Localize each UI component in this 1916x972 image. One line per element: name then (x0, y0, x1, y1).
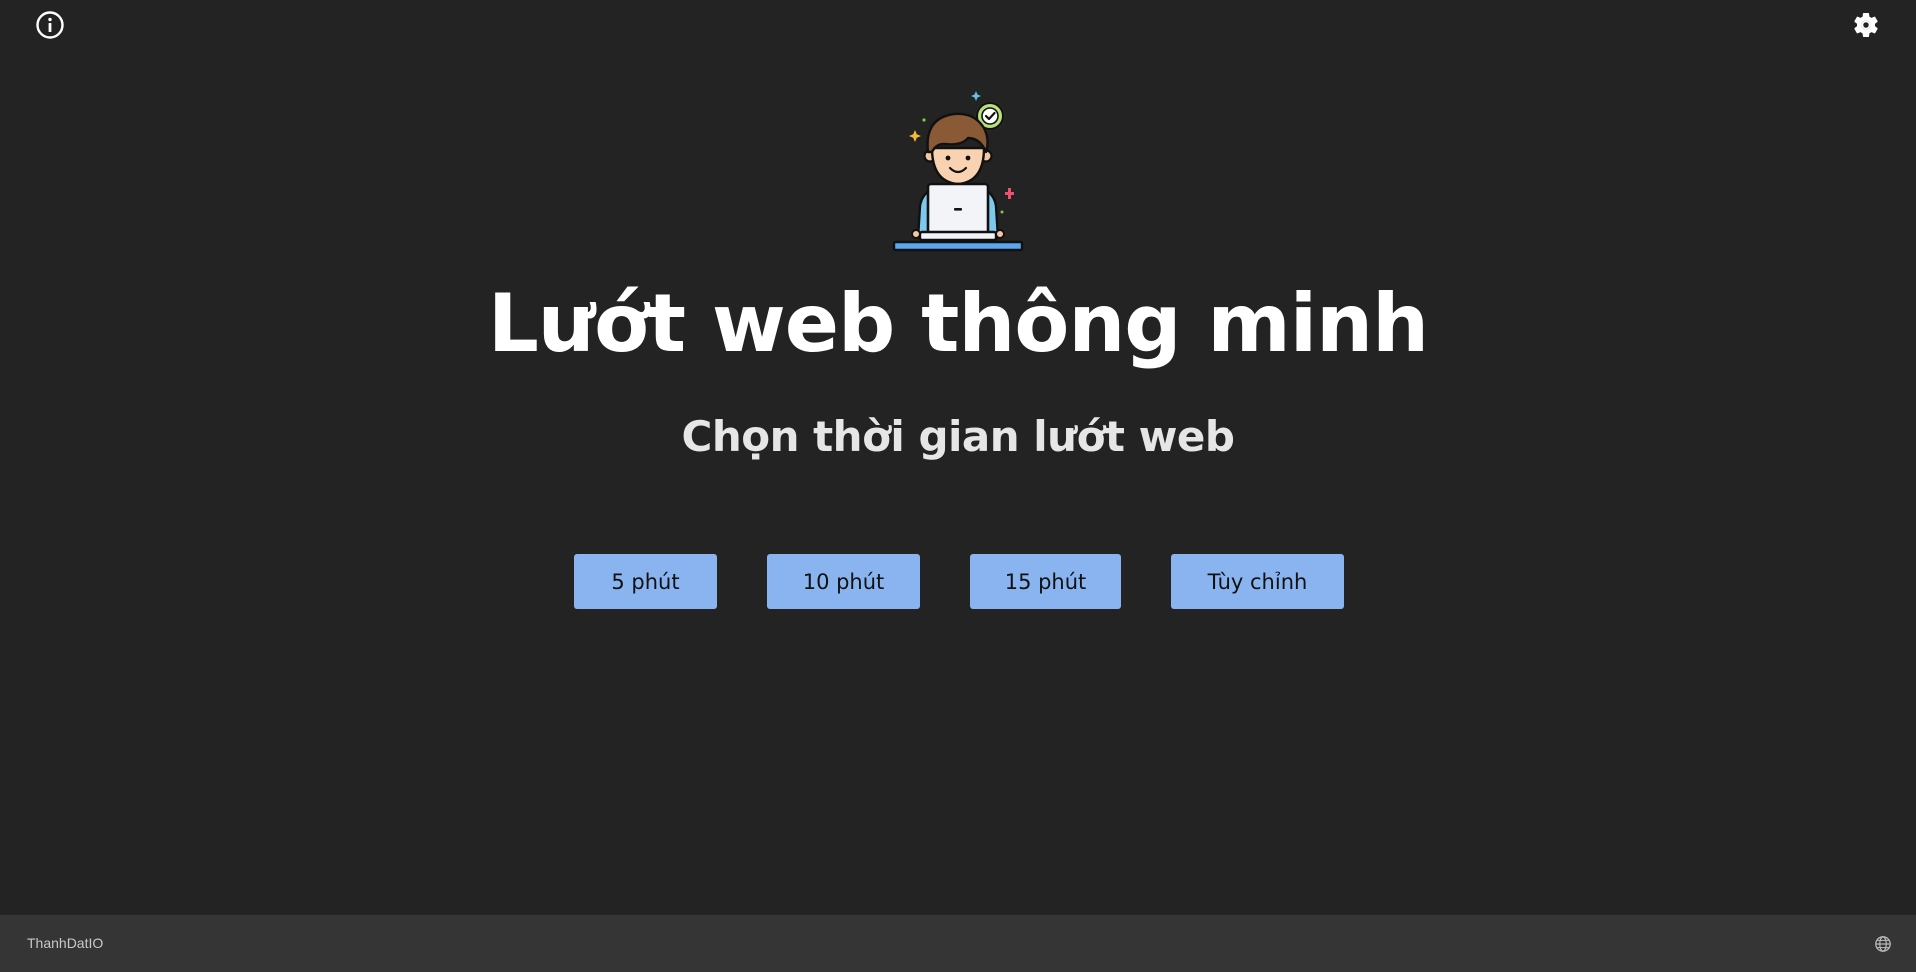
footer-brand-link[interactable]: ThanhDatIO (27, 915, 103, 972)
info-icon (36, 11, 64, 39)
time-options: 5 phút 10 phút 15 phút Tùy chỉnh (0, 554, 1916, 609)
time-option-5-min-button[interactable]: 5 phút (574, 554, 717, 609)
page-subtitle: Chọn thời gian lướt web (681, 412, 1235, 461)
gear-icon (1854, 13, 1878, 37)
info-button[interactable] (34, 9, 66, 41)
time-option-15-min-button[interactable]: 15 phút (970, 554, 1121, 609)
settings-button[interactable] (1850, 9, 1882, 41)
time-option-10-min-button[interactable]: 10 phút (767, 554, 920, 609)
time-option-custom-button[interactable]: Tùy chỉnh (1171, 554, 1344, 609)
globe-icon[interactable] (1874, 935, 1892, 953)
page-title: Lướt web thông minh (487, 277, 1429, 370)
hero: Lướt web thông minh Chọn thời gian lướt … (0, 88, 1916, 458)
page: Lướt web thông minh Chọn thời gian lướt … (0, 0, 1916, 972)
footer: ThanhDatIO (0, 915, 1916, 972)
person-laptop-illustration (892, 91, 1024, 252)
